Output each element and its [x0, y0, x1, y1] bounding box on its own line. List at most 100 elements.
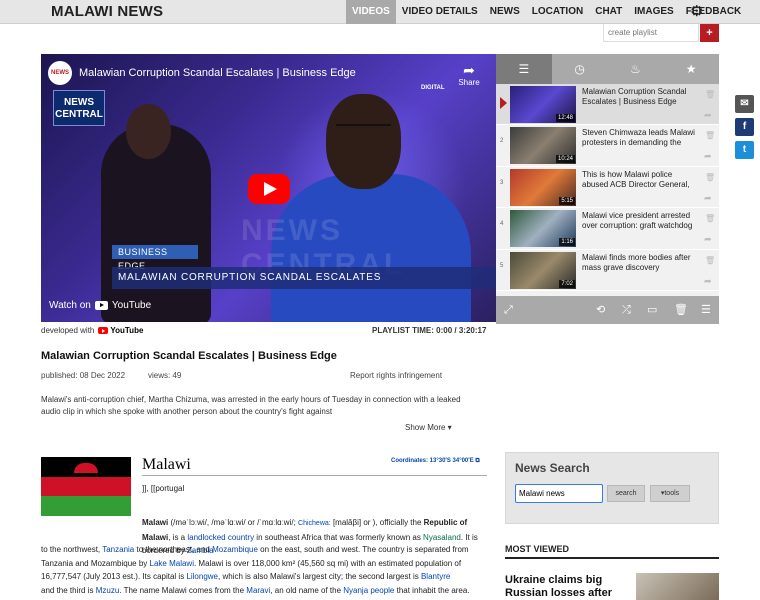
play-button[interactable] — [248, 174, 290, 204]
view-count: views: 49 — [148, 371, 182, 380]
playlist-number: 5 — [500, 262, 504, 269]
nyasaland-link[interactable]: Nyasaland — [423, 533, 461, 542]
playlist-item[interactable]: 3 5:15 This is how Malawi police abused … — [496, 167, 719, 209]
video-title[interactable]: Malawian Corruption Scandal Escalates | … — [79, 67, 356, 79]
current-arrow-icon — [500, 97, 507, 109]
show-more-button[interactable]: Show More ▾ — [405, 423, 452, 432]
clock-icon[interactable]: ◷ — [552, 54, 608, 84]
expand-icon[interactable]: ⤢ — [504, 303, 513, 317]
chichewa-link[interactable]: Chichewa: — [298, 520, 331, 527]
lilongwe-link[interactable]: Lilongwe — [186, 572, 218, 581]
create-playlist-input[interactable] — [603, 24, 699, 42]
landlocked-link[interactable]: landlocked country — [187, 533, 254, 542]
share-icon[interactable]: ➦ — [704, 234, 712, 245]
playlist-number: 3 — [500, 179, 504, 186]
playlist-thumbnail[interactable]: 7:02 — [510, 251, 576, 289]
share-icon[interactable]: ➦ — [704, 276, 712, 287]
maravi-link[interactable]: Maravi — [246, 586, 270, 595]
trash-icon[interactable]: 🗑 — [674, 303, 688, 317]
playlist-items: 12:48 Malawian Corruption Scandal Escala… — [496, 84, 719, 291]
wiki-divider — [142, 475, 487, 476]
share-icon[interactable]: ➦ — [704, 193, 712, 204]
shuffle-icon[interactable]: ⤮ — [622, 303, 631, 317]
top-bar: MALAWI NEWS VIDEOS VIDEO DETAILS NEWS LO… — [0, 0, 760, 24]
gear-icon[interactable]: ⚙ — [690, 4, 705, 19]
tools-button[interactable]: ▾tools — [650, 485, 690, 502]
share-icon: ➦ — [463, 62, 475, 78]
playlist-thumbnail[interactable]: 5:15 — [510, 168, 576, 206]
playlist-duration: 7:02 — [559, 279, 575, 288]
search-button[interactable]: search — [607, 485, 645, 502]
playlist-item[interactable]: 4 1:16 Malawi vice president arrested ov… — [496, 208, 719, 250]
trash-icon[interactable]: 🗑 — [705, 173, 715, 182]
wiki-r6: and the third is — [41, 585, 96, 595]
wiki-r2: to the northeast, and — [134, 545, 213, 554]
wiki-text-rest: to the northwest, Tanzania to the northe… — [41, 543, 486, 597]
playlist-title[interactable]: Malawi vice president arrested over corr… — [582, 211, 700, 231]
site-logo[interactable]: MALAWI NEWS — [51, 3, 163, 20]
list-icon[interactable]: ☰ — [496, 54, 552, 84]
video-player[interactable]: NEWS CENTRAL NEWS CENTRAL NEWS Malawian … — [41, 54, 496, 322]
lake-malawi-link[interactable]: Lake Malawi — [150, 559, 194, 568]
channel-avatar[interactable]: NEWS — [48, 61, 72, 85]
twitter-icon[interactable]: t — [735, 141, 754, 159]
youtube-logo-label: YouTube — [110, 326, 144, 335]
most-viewed-item[interactable]: Ukraine claims big Russian losses after — [505, 574, 625, 600]
most-viewed-thumbnail[interactable] — [636, 573, 719, 600]
playlist-item[interactable]: 12:48 Malawian Corruption Scandal Escala… — [496, 84, 719, 126]
playlist-title[interactable]: Steven Chimwaza leads Malawi protesters … — [582, 128, 700, 148]
list-icon[interactable]: ☰ — [701, 303, 711, 317]
youtube-icon — [98, 327, 109, 334]
share-label: Share — [458, 78, 480, 87]
watch-on-youtube[interactable]: Watch on YouTube — [49, 300, 151, 311]
coordinates-link[interactable]: Coordinates: 13°30′S 34°00′E ⧉ — [391, 458, 480, 465]
share-icon[interactable]: ➦ — [704, 110, 712, 121]
repeat-icon[interactable]: ⟲ — [596, 303, 605, 317]
nav-location[interactable]: LOCATION — [526, 0, 589, 24]
email-icon[interactable]: ✉ — [735, 95, 754, 113]
playlist-thumbnail[interactable]: 1:16 — [510, 210, 576, 248]
trash-icon[interactable]: 🗑 — [705, 90, 715, 99]
playlist-time: PLAYLIST TIME: 0:00 / 3:20:17 — [372, 326, 487, 335]
playlist-item[interactable]: 2 10:24 Steven Chimwaza leads Malawi pro… — [496, 125, 719, 167]
playlist-number: 4 — [500, 221, 504, 228]
star-icon[interactable]: ★ — [663, 54, 719, 84]
wiki-bold-republic: Republic of — [423, 518, 468, 527]
trash-icon[interactable]: 🗑 — [705, 214, 715, 223]
screen-icon[interactable]: ▭ — [647, 303, 657, 317]
playlist-item[interactable]: 5 7:02 Malawi finds more bodies after ma… — [496, 250, 719, 291]
mzuzu-link[interactable]: Mzuzu — [96, 586, 120, 595]
playlist-number: 2 — [500, 138, 504, 145]
playlist-thumbnail[interactable]: 10:24 — [510, 127, 576, 165]
playlist-tabs: ☰ ◷ ♨ ★ — [496, 54, 719, 84]
youtube-logo[interactable]: YouTube — [98, 326, 143, 335]
wiki-r9: that inhabit the area. — [394, 585, 470, 595]
nyanja-link[interactable]: Nyanja people — [343, 586, 394, 595]
nav-videos[interactable]: VIDEOS — [346, 0, 396, 24]
playlist-title[interactable]: This is how Malawi police abused ACB Dir… — [582, 170, 700, 190]
share-icon[interactable]: ➦ — [704, 151, 712, 162]
fire-icon[interactable]: ♨ — [608, 54, 664, 84]
tanzania-link[interactable]: Tanzania — [102, 545, 134, 554]
playlist-thumbnail[interactable]: 12:48 — [510, 86, 576, 123]
facebook-icon[interactable]: f — [735, 118, 754, 136]
blantyre-link[interactable]: Blantyre — [421, 572, 450, 581]
nav-video-details[interactable]: VIDEO DETAILS — [396, 0, 484, 24]
video-lower-third: MALAWIAN CORRUPTION SCANDAL ESCALATES — [112, 267, 496, 289]
video-person-left-head — [126, 104, 171, 159]
most-viewed-title: MOST VIEWED — [505, 544, 570, 554]
news-search-input[interactable] — [515, 484, 603, 503]
playlist-title[interactable]: Malawian Corruption Scandal Escalates | … — [582, 87, 700, 107]
add-playlist-button[interactable]: + — [700, 24, 719, 42]
trash-icon[interactable]: 🗑 — [705, 131, 715, 140]
nav-chat[interactable]: CHAT — [589, 0, 628, 24]
playlist-title[interactable]: Malawi finds more bodies after mass grav… — [582, 253, 700, 273]
nav-news[interactable]: NEWS — [484, 0, 526, 24]
wiki-r8: , an old name of the — [270, 585, 344, 595]
trash-icon[interactable]: 🗑 — [705, 256, 715, 265]
share-button[interactable]: ➦ Share — [453, 62, 485, 87]
nav-images[interactable]: IMAGES — [628, 0, 679, 24]
report-link[interactable]: Report rights infringement — [350, 371, 442, 380]
mozambique-link[interactable]: Mozambique — [212, 545, 258, 554]
wiki-bold-malawi2: Malawi — [142, 532, 169, 542]
